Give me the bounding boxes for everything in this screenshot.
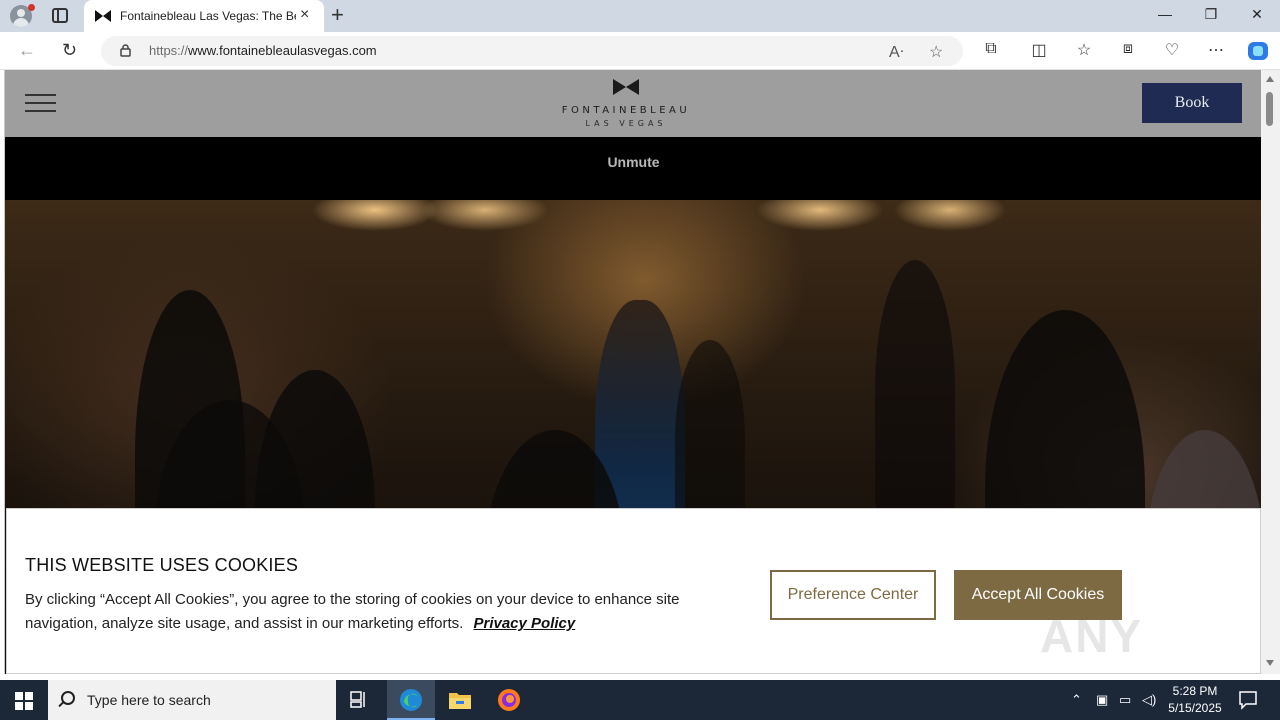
unmute-button[interactable]: Unmute xyxy=(5,154,1261,170)
clock-date: 5/15/2025 xyxy=(1168,701,1222,715)
show-hidden-icons-icon[interactable]: ⌃ xyxy=(1071,692,1082,708)
close-window-button[interactable]: ✕ xyxy=(1242,6,1272,23)
firefox-icon[interactable] xyxy=(485,680,533,720)
url-host: www.fontainebleaulasvegas.com xyxy=(188,43,377,58)
favorites-icon[interactable]: ☆ xyxy=(1073,40,1095,60)
tab-close-icon[interactable]: × xyxy=(300,7,309,23)
scrollbar-thumb[interactable] xyxy=(1266,92,1273,126)
read-aloud-icon[interactable]: Aᐧ xyxy=(889,42,904,62)
webpage-viewport: FONTAINEBLEAU LAS VEGAS Book Unmute THIS… xyxy=(4,70,1261,674)
site-logo[interactable]: FONTAINEBLEAU LAS VEGAS xyxy=(555,79,697,128)
page-scrollbar[interactable] xyxy=(1261,70,1280,674)
privacy-policy-link[interactable]: Privacy Policy xyxy=(473,615,575,632)
collections-icon[interactable]: ⧈ xyxy=(1117,40,1139,58)
cookie-banner-text: By clicking “Accept All Cookies”, you ag… xyxy=(25,588,745,636)
address-bar[interactable]: https://www.fontainebleaulasvegas.com Aᐧ… xyxy=(101,36,963,66)
tab-actions-icon[interactable] xyxy=(52,8,68,23)
clock-time: 5:28 PM xyxy=(1172,684,1218,698)
taskbar-search-placeholder: Type here to search xyxy=(87,692,211,708)
minimize-button[interactable]: — xyxy=(1150,6,1180,22)
new-tab-button[interactable]: + xyxy=(331,3,344,27)
book-button[interactable]: Book xyxy=(1142,83,1242,123)
windows-start-icon[interactable] xyxy=(15,692,33,710)
task-view-icon[interactable] xyxy=(336,680,384,720)
browser-tab-strip: Fontainebleau Las Vegas: The Be × + — ❐ … xyxy=(0,0,1280,32)
taskbar-search-box[interactable]: Type here to search xyxy=(48,680,336,720)
hamburger-menu-icon[interactable] xyxy=(25,94,56,113)
cookie-banner: THIS WEBSITE USES COOKIES By clicking “A… xyxy=(6,508,1261,674)
split-screen-icon[interactable]: ◫ xyxy=(1028,40,1050,60)
browser-essentials-icon[interactable]: ♡ xyxy=(1161,40,1183,60)
tab-title: Fontainebleau Las Vegas: The Be xyxy=(120,9,296,23)
extensions-icon[interactable]: ⧉ xyxy=(980,40,1002,58)
back-arrow-icon[interactable]: ← xyxy=(18,40,36,60)
file-explorer-icon[interactable] xyxy=(436,680,484,720)
edge-taskbar-icon[interactable] xyxy=(387,680,435,720)
url-scheme: https:// xyxy=(149,43,189,58)
site-header: FONTAINEBLEAU LAS VEGAS Book xyxy=(5,70,1261,137)
meet-now-icon[interactable]: ▣ xyxy=(1096,692,1108,708)
volume-icon[interactable]: ◁) xyxy=(1142,692,1156,708)
preference-center-button[interactable]: Preference Center xyxy=(770,570,936,620)
system-clock[interactable]: 5:28 PM 5/15/2025 xyxy=(1160,683,1230,717)
network-icon[interactable]: ▭ xyxy=(1119,692,1131,708)
lock-icon xyxy=(120,44,131,57)
refresh-icon[interactable]: ↻ xyxy=(62,40,77,60)
cookie-banner-title: THIS WEBSITE USES COOKIES xyxy=(25,555,299,575)
bowtie-logo-icon xyxy=(613,79,639,95)
more-menu-icon[interactable]: ⋯ xyxy=(1205,40,1227,60)
anyrun-watermark: ANY RUN xyxy=(1040,610,1144,674)
scroll-down-arrow-icon[interactable] xyxy=(1266,660,1274,666)
notifications-icon[interactable] xyxy=(1238,690,1258,710)
favorite-star-icon[interactable]: ☆ xyxy=(929,42,943,62)
url-text[interactable]: https://www.fontainebleaulasvegas.com xyxy=(149,43,377,58)
bowtie-favicon-icon xyxy=(95,10,111,22)
cookie-banner-body: By clicking “Accept All Cookies”, you ag… xyxy=(25,591,680,632)
scroll-up-arrow-icon[interactable] xyxy=(1266,76,1274,82)
browser-tab-active[interactable]: Fontainebleau Las Vegas: The Be × xyxy=(84,0,324,32)
copilot-icon[interactable] xyxy=(1246,40,1270,62)
restore-button[interactable]: ❐ xyxy=(1196,6,1226,23)
logo-name: FONTAINEBLEAU xyxy=(561,105,691,116)
logo-subtitle: LAS VEGAS xyxy=(585,119,667,128)
notification-dot-icon xyxy=(28,4,35,11)
video-control-bar: Unmute xyxy=(5,137,1261,200)
band-member xyxy=(875,260,955,520)
search-icon xyxy=(61,691,75,705)
windows-taskbar: Type here to search ⌃ ▣ ▭ ◁) 5:28 PM 5/1… xyxy=(0,680,1280,720)
